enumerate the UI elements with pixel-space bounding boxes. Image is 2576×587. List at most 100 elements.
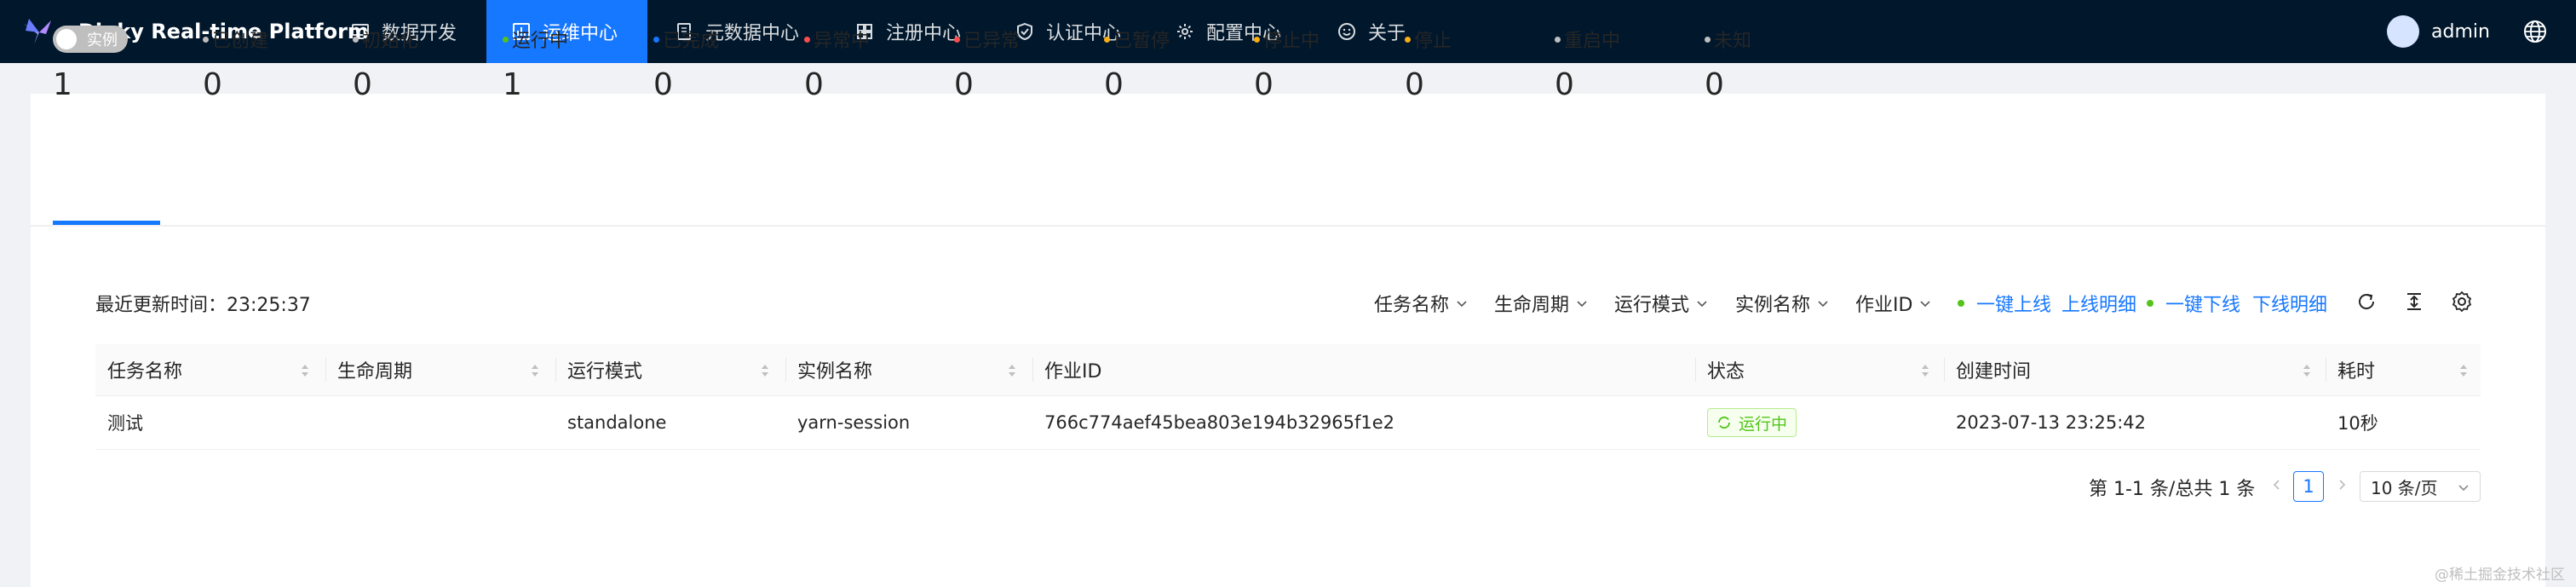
cell-job-id: 766c774aef45bea803e194b32965f1e2 <box>1044 412 1394 433</box>
offline-all-button[interactable]: 一键下线 <box>2147 290 2240 317</box>
online-detail-link[interactable]: 上线明细 <box>2061 290 2136 317</box>
settings-icon[interactable] <box>2450 290 2474 314</box>
filter-lifecycle[interactable]: 生命周期 <box>1494 290 1588 317</box>
sync-icon <box>1718 416 1730 429</box>
status-tab-initializing[interactable]: 初始化 0 <box>353 26 418 102</box>
sort-icon <box>532 365 538 377</box>
status-tab-suspended[interactable]: 已暂停 0 <box>1104 26 1170 102</box>
cell-status: 运行中 <box>1695 396 1797 449</box>
cell-duration: 10秒 <box>2337 413 2378 434</box>
filter-label: 作业ID <box>1855 295 1913 316</box>
status-tab-stopped[interactable]: 停止 0 <box>1405 26 1452 102</box>
chevron-right-icon[interactable] <box>2334 477 2349 492</box>
cell-task-name: 测试 <box>107 413 143 434</box>
column-label: 作业ID <box>1044 361 1102 383</box>
status-count: 0 <box>353 67 372 102</box>
column-header-run-mode[interactable]: 运行模式 <box>555 344 785 395</box>
filter-label: 运行模式 <box>1614 295 1690 316</box>
dinky-logo <box>24 19 51 44</box>
status-count: 0 <box>804 67 824 102</box>
column-header-status[interactable]: 状态 <box>1695 344 1944 395</box>
filter-task-name[interactable]: 任务名称 <box>1374 290 1468 317</box>
status-dot <box>1555 36 1561 43</box>
cell-instance-name: yarn-session <box>797 412 911 433</box>
refresh-icon[interactable] <box>2355 290 2378 314</box>
status-tab-unknown[interactable]: 未知 0 <box>1705 26 1751 102</box>
sort-icon <box>302 365 308 377</box>
column-separator <box>1944 358 1945 382</box>
chevron-down-icon <box>1920 301 1931 308</box>
column-header-lifecycle[interactable]: 生命周期 <box>325 344 555 395</box>
toggle-label: 实例 <box>87 32 118 49</box>
status-badge: 运行中 <box>1707 408 1797 437</box>
column-header-instance-name[interactable]: 实例名称 <box>785 344 1032 395</box>
column-label: 状态 <box>1707 361 1745 383</box>
status-count: 0 <box>1705 67 1724 102</box>
status-label: 已完成 <box>663 31 720 52</box>
status-count: 0 <box>1104 67 1124 102</box>
column-separator <box>555 358 556 382</box>
status-dot <box>503 36 509 43</box>
instance-toggle[interactable]: 实例 <box>53 26 128 53</box>
filter-job-id[interactable]: 作业ID <box>1855 290 1931 317</box>
filter-instance-name[interactable]: 实例名称 <box>1735 290 1829 317</box>
last-update-time: 最近更新时间：23:25:37 <box>95 295 311 316</box>
sort-icon <box>1009 365 1015 377</box>
column-label: 生命周期 <box>337 361 413 383</box>
status-dot <box>804 36 810 43</box>
table-row[interactable]: 测试 standalone yarn-session 766c774aef45b… <box>95 396 2481 450</box>
page-size-select[interactable]: 10 条/页 <box>2360 471 2481 502</box>
column-separator <box>785 358 786 382</box>
status-tab-restarting[interactable]: 重启中 0 <box>1555 26 1620 102</box>
chevron-down-icon <box>1818 301 1828 308</box>
status-dot <box>1104 36 1110 43</box>
column-separator <box>1032 358 1033 382</box>
column-header-task-name[interactable]: 任务名称 <box>95 344 325 395</box>
status-count: 1 <box>53 67 72 102</box>
status-tab-created[interactable]: 已创建 0 <box>203 26 268 102</box>
online-all-button[interactable]: 一键上线 <box>1958 290 2051 317</box>
column-header-duration[interactable]: 耗时 <box>2326 344 2481 395</box>
column-separator <box>325 358 326 382</box>
status-tab-stopping[interactable]: 停止中 0 <box>1254 26 1320 102</box>
column-label: 耗时 <box>2337 361 2376 383</box>
status-dot <box>2147 300 2153 307</box>
filter-run-mode[interactable]: 运行模式 <box>1614 290 1708 317</box>
status-dot <box>653 36 659 43</box>
status-tab-failing[interactable]: 异常中 0 <box>804 26 870 102</box>
status-tab-running[interactable]: 运行中 1 <box>503 26 568 102</box>
status-count: 0 <box>1555 67 1574 102</box>
pagination-page-1[interactable]: 1 <box>2293 471 2324 502</box>
sort-icon <box>2460 365 2467 377</box>
status-count: 1 <box>503 67 522 102</box>
nav-label: 关于 <box>1368 23 1406 44</box>
status-count: 0 <box>203 67 222 102</box>
status-dot <box>1705 36 1711 43</box>
toggle-knob <box>56 29 77 49</box>
column-label: 任务名称 <box>107 361 183 383</box>
watermark: @稀土掘金技术社区 <box>2435 567 2565 584</box>
status-tab-all[interactable]: 实例 1 <box>53 26 128 102</box>
density-icon[interactable] <box>2402 290 2426 314</box>
status-count: 0 <box>954 67 974 102</box>
user-menu[interactable]: admin <box>2387 14 2490 49</box>
chevron-left-icon[interactable] <box>2269 477 2285 492</box>
column-header-created-time[interactable]: 创建时间 <box>1944 344 2326 395</box>
offline-detail-link[interactable]: 下线明细 <box>2252 290 2327 317</box>
chevron-down-icon <box>1697 301 1707 308</box>
cell-run-mode: standalone <box>567 412 667 433</box>
active-tab-indicator <box>53 221 160 225</box>
status-summary-card <box>31 94 2545 227</box>
column-header-job-id[interactable]: 作业ID <box>1032 344 1695 395</box>
globe-icon[interactable] <box>2523 20 2547 43</box>
status-tab-finished[interactable]: 已完成 0 <box>653 26 719 102</box>
status-label: 重启中 <box>1564 31 1621 52</box>
status-label: 运行中 <box>512 31 569 52</box>
sort-icon <box>2303 365 2310 377</box>
status-count: 0 <box>1405 67 1424 102</box>
link-label: 一键下线 <box>2165 295 2241 316</box>
status-tab-failed[interactable]: 已异常 0 <box>954 26 1020 102</box>
column-separator <box>1695 358 1696 382</box>
avatar <box>2387 15 2419 48</box>
page-size-value: 10 条/页 <box>2371 477 2438 498</box>
